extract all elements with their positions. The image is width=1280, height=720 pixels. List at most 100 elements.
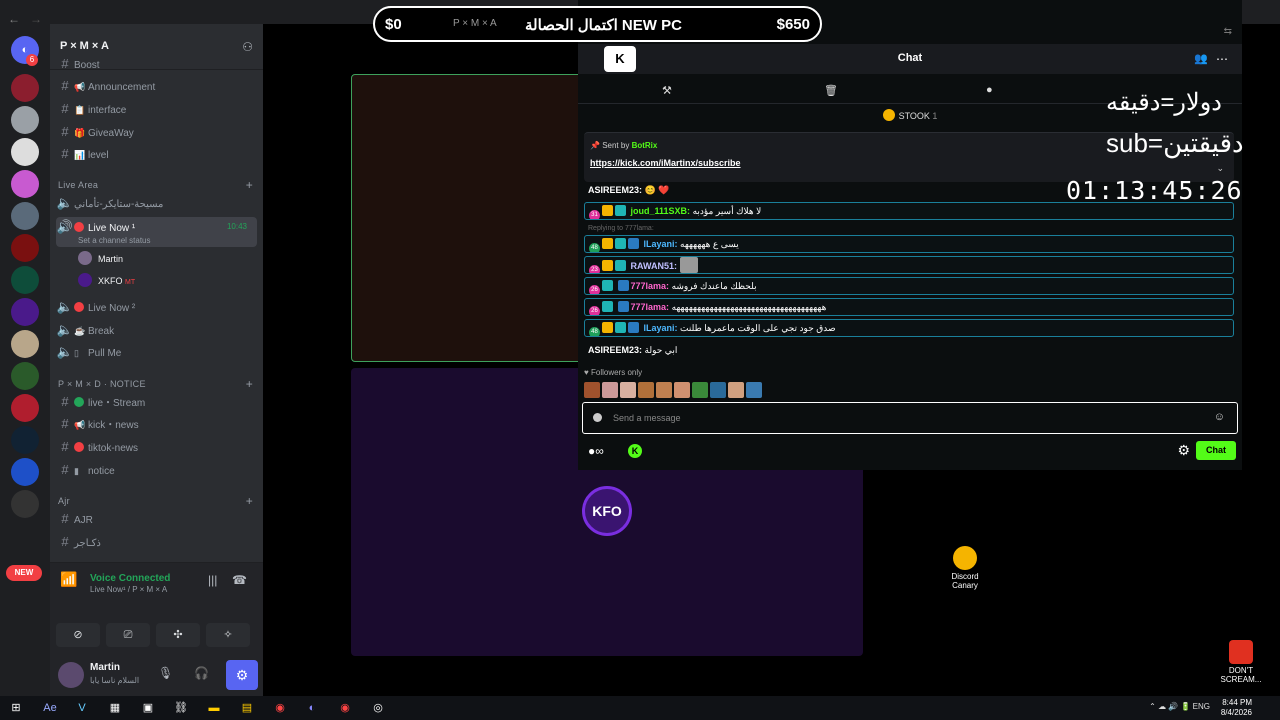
- emote-icon[interactable]: [746, 382, 762, 398]
- channel-live-stream[interactable]: # live・Stream: [56, 392, 257, 412]
- category-live-area[interactable]: Live Area +: [58, 178, 257, 192]
- after-effects-icon[interactable]: Ae: [40, 699, 60, 717]
- calculator-icon[interactable]: ▦: [105, 699, 125, 717]
- add-channel-icon[interactable]: +: [246, 178, 253, 192]
- channel-boost[interactable]: # Boost: [56, 54, 257, 74]
- channel-level[interactable]: # 📊 level: [56, 144, 257, 164]
- store-icon[interactable]: ▤: [237, 699, 257, 717]
- translate-icon[interactable]: ⇆: [1224, 26, 1232, 37]
- server-icon[interactable]: [11, 394, 39, 422]
- obs-icon[interactable]: ◎: [368, 699, 388, 717]
- trash-icon[interactable]: 🗑: [824, 84, 838, 97]
- chat-message[interactable]: 23 RAWAN51:: [584, 256, 1234, 274]
- headphones-icon[interactable]: 🎧: [194, 666, 209, 680]
- link-icon[interactable]: ⛓: [171, 699, 191, 717]
- emoji-icon[interactable]: ☺: [1214, 411, 1225, 423]
- server-icon[interactable]: [11, 234, 39, 262]
- mic-icon[interactable]: 🎙: [158, 666, 173, 680]
- server-icon[interactable]: [11, 458, 39, 486]
- chrome-icon[interactable]: ◉: [270, 699, 290, 717]
- chat-message[interactable]: ASIREEM23: ابي حولة: [588, 345, 677, 356]
- channel-tiktok-news[interactable]: # tiktok-news: [56, 437, 257, 457]
- user-name[interactable]: Martin: [90, 662, 120, 673]
- chat-message[interactable]: 26 777lama: بلحظك ماعندك فروشه: [584, 277, 1234, 295]
- emote-icon[interactable]: [638, 382, 654, 398]
- chat-bubble-icon[interactable]: ●: [986, 84, 993, 96]
- camera-off-button[interactable]: ⊘: [56, 623, 100, 647]
- users-icon[interactable]: 👥: [1194, 52, 1208, 65]
- voice-channel-pull-me[interactable]: 🔈▯ Pull Me: [56, 342, 257, 362]
- server-icon[interactable]: [11, 330, 39, 358]
- voice-channel-live-now-2[interactable]: 🔈 Live Now ²: [56, 297, 257, 317]
- windows-start-icon[interactable]: ⊞: [6, 699, 26, 717]
- voice-connected-label[interactable]: Voice Connected: [90, 573, 170, 584]
- voice-user-martin[interactable]: Martin: [78, 250, 123, 268]
- chat-message[interactable]: ASIREEM23: 😊 ❤️: [588, 185, 669, 196]
- emote-icon[interactable]: [584, 382, 600, 398]
- disconnect-icon[interactable]: ☎: [232, 573, 247, 587]
- chat-send-button[interactable]: Chat: [1196, 441, 1236, 460]
- noise-suppression-icon[interactable]: |||: [208, 573, 217, 587]
- channel-notice[interactable]: # ▮ notice: [56, 460, 257, 480]
- server-icon[interactable]: [11, 362, 39, 390]
- chevron-down-icon[interactable]: ⌄: [1216, 163, 1224, 174]
- send-message-input[interactable]: [613, 410, 1193, 426]
- add-channel-icon[interactable]: +: [246, 377, 253, 391]
- emote-icon[interactable]: [692, 382, 708, 398]
- kick-badge-icon[interactable]: K: [628, 444, 642, 458]
- user-avatar[interactable]: [58, 662, 84, 688]
- emote-icon[interactable]: [710, 382, 726, 398]
- server-icon[interactable]: [11, 426, 39, 454]
- emote-icon[interactable]: [602, 382, 618, 398]
- chat-message[interactable]: 48 lLayani: يسى ع ههههههه: [584, 235, 1234, 253]
- emote-icon[interactable]: [674, 382, 690, 398]
- server-icon[interactable]: [11, 138, 39, 166]
- channel-ajr-2[interactable]: # ذكـاجر: [56, 532, 257, 552]
- server-icon[interactable]: [11, 170, 39, 198]
- new-badge[interactable]: NEW: [6, 565, 42, 581]
- folder-icon[interactable]: ▬: [204, 699, 224, 717]
- channel-kick-news[interactable]: # 📢 kick・news: [56, 414, 257, 434]
- emote-icon[interactable]: [656, 382, 672, 398]
- emote-icon[interactable]: [620, 382, 636, 398]
- window-icon[interactable]: ▣: [138, 699, 158, 717]
- discord-icon[interactable]: ◐: [302, 699, 322, 717]
- vscode-icon[interactable]: V: [72, 699, 92, 717]
- voice-channel-break[interactable]: 🔈☕ Break: [56, 320, 257, 340]
- category-notice[interactable]: P × M × D · NOTICE +: [58, 377, 257, 391]
- chrome-icon[interactable]: ◉: [335, 699, 355, 717]
- invite-icon[interactable]: ⚇: [242, 40, 253, 54]
- activities-button[interactable]: ✣: [156, 623, 200, 647]
- category-ajr[interactable]: Ajr +: [58, 494, 257, 508]
- hammer-icon[interactable]: ⚒: [662, 84, 672, 97]
- subscribe-link[interactable]: https://kick.com/iMartinx/subscribe: [590, 158, 741, 168]
- voice-channel-path[interactable]: Live Now¹ / P × M × A: [90, 585, 167, 594]
- channel-announcement[interactable]: # 📢 Announcement: [56, 76, 257, 96]
- voice-user-xkfo[interactable]: XKFO MT: [78, 272, 135, 290]
- emote-icon[interactable]: [728, 382, 744, 398]
- language-indicator[interactable]: ENG: [1193, 702, 1210, 711]
- server-icon[interactable]: [11, 266, 39, 294]
- server-icon[interactable]: [11, 74, 39, 102]
- more-icon[interactable]: ⋯: [1216, 52, 1228, 66]
- user-settings-button[interactable]: ⚙: [226, 660, 258, 690]
- channel-status[interactable]: Set a channel status: [78, 236, 151, 245]
- soundboard-button[interactable]: ✧: [206, 623, 250, 647]
- voice-channel-misc[interactable]: 🔈مسيحة-ستايكر-تأماني: [56, 193, 257, 213]
- channel-interface[interactable]: # 📋 interface: [56, 99, 257, 119]
- points-icon[interactable]: ●∞: [588, 444, 604, 458]
- server-icon[interactable]: [11, 106, 39, 134]
- desktop-icon-game[interactable]: DON'T SCREAM...: [1216, 640, 1266, 684]
- clock[interactable]: 8:44 PM 8/4/2026: [1221, 698, 1252, 718]
- channel-giveaway[interactable]: # 🎁 GiveaWay: [56, 122, 257, 142]
- settings-icon[interactable]: ⚙: [1177, 442, 1190, 459]
- channel-ajr[interactable]: # AJR: [56, 509, 257, 529]
- system-tray[interactable]: ⌃ ☁ 🔊 🔋 ENG: [1149, 702, 1210, 711]
- chat-message[interactable]: 26 777lama: هههههههههههههههههههههههههههه…: [584, 298, 1234, 316]
- add-channel-icon[interactable]: +: [246, 494, 253, 508]
- desktop-icon-discord-canary[interactable]: Discord Canary: [940, 546, 990, 590]
- chat-message[interactable]: 48 lLayani: صدق جود تجي على الوقت ماعمره…: [584, 319, 1234, 337]
- server-icon[interactable]: [11, 202, 39, 230]
- server-icon[interactable]: [11, 490, 39, 518]
- server-icon[interactable]: [11, 298, 39, 326]
